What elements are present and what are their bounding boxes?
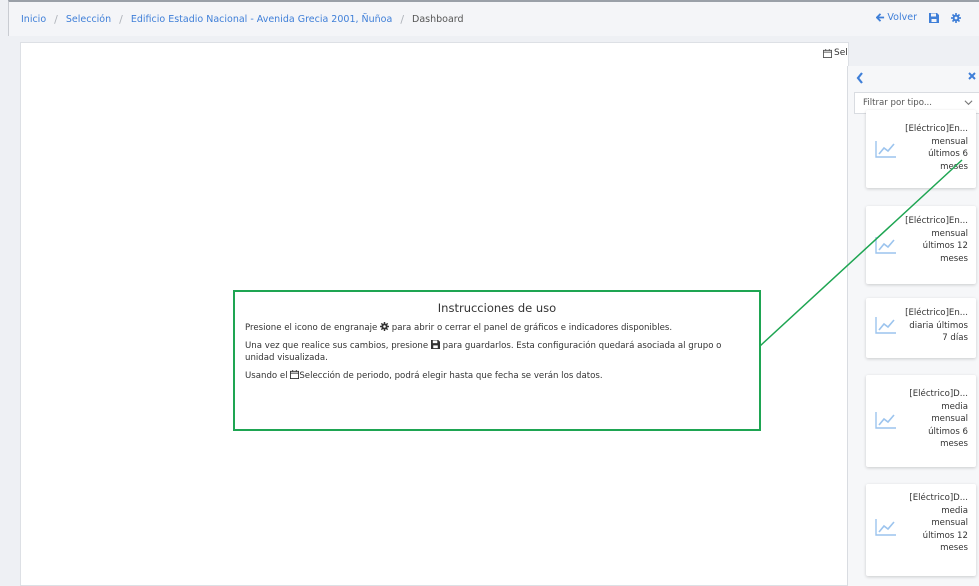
instructions-line-3: Usando el Selección de periodo, podrá el… bbox=[245, 370, 749, 382]
line-chart-icon bbox=[875, 141, 896, 158]
chevron-down-icon bbox=[964, 100, 973, 106]
widget-card-line: mensual bbox=[931, 414, 968, 424]
widget-card-line: mensual bbox=[931, 228, 968, 239]
widget-card-line: [Eléctrico]D... bbox=[909, 389, 968, 399]
widget-card-line: meses bbox=[940, 253, 968, 264]
breadcrumb-seleccion[interactable]: Selección bbox=[66, 14, 111, 25]
breadcrumb-separator: / bbox=[54, 12, 58, 26]
widget-card-title: [Eléctrico]D... media mensual últimos 6 … bbox=[898, 388, 968, 451]
widget-card-line: meses bbox=[940, 543, 968, 553]
widget-card-title: [Eléctrico]En... mensual últimos 6 meses bbox=[898, 123, 968, 173]
widget-card-line: mensual bbox=[931, 136, 968, 147]
breadcrumb-edificio[interactable]: Edificio Estadio Nacional - Avenida Grec… bbox=[131, 14, 392, 25]
widget-card-line: diaria últimos bbox=[909, 320, 968, 331]
instructions-text: Una vez que realice sus cambios, presion… bbox=[245, 341, 431, 351]
line-chart-icon bbox=[875, 519, 896, 536]
breadcrumb: Inicio / Selección / Edificio Estadio Na… bbox=[9, 13, 464, 26]
instructions-text: Presione el icono de engranaje bbox=[245, 323, 381, 333]
filter-placeholder: Filtrar por tipo... bbox=[863, 98, 933, 108]
arrow-left-icon bbox=[876, 13, 885, 22]
panel-header bbox=[848, 66, 979, 88]
gear-icon bbox=[380, 322, 390, 331]
breadcrumb-inicio[interactable]: Inicio bbox=[21, 14, 46, 25]
floppy-save-icon bbox=[929, 12, 939, 23]
widget-card[interactable]: [Eléctrico]En... mensual últimos 12 mese… bbox=[866, 206, 976, 284]
widget-card-line: meses bbox=[940, 161, 968, 172]
instructions-text: Usando el bbox=[245, 371, 291, 381]
line-chart-icon bbox=[875, 412, 896, 429]
widget-card-line: [Eléctrico]En... bbox=[905, 124, 968, 134]
instructions-line-2: Una vez que realice sus cambios, presion… bbox=[245, 340, 749, 364]
widget-card-line: últimos 12 bbox=[922, 530, 968, 541]
instructions-line-1: Presione el icono de engranaje para abri… bbox=[245, 322, 749, 334]
dashboard-canvas: Sel Instrucciones de uso Presione el ico… bbox=[20, 42, 849, 586]
settings-button[interactable] bbox=[951, 12, 961, 23]
widget-card-line: media bbox=[941, 401, 968, 412]
widget-card-title: [Eléctrico]D... media mensual últimos 12… bbox=[898, 492, 968, 555]
panel-collapse-button[interactable] bbox=[856, 69, 864, 88]
gear-icon bbox=[951, 12, 961, 23]
widget-card-line: [Eléctrico]En... bbox=[905, 216, 968, 226]
widget-card-line: [Eléctrico]D... bbox=[909, 493, 968, 503]
top-bar: Inicio / Selección / Edificio Estadio Na… bbox=[8, 0, 979, 36]
breadcrumb-dashboard: Dashboard bbox=[412, 13, 464, 25]
instructions-title: Instrucciones de uso bbox=[437, 301, 557, 315]
panel-close-button[interactable] bbox=[968, 70, 976, 83]
period-selector-button[interactable]: Sel bbox=[823, 48, 850, 58]
widget-card[interactable]: [Eléctrico]En... diaria últimos 7 días bbox=[866, 298, 976, 358]
widget-card-line: meses bbox=[940, 439, 968, 449]
widget-card-title: [Eléctrico]En... diaria últimos 7 días bbox=[898, 307, 968, 345]
save-button[interactable] bbox=[929, 12, 939, 23]
widget-card-line: mensual bbox=[931, 518, 968, 528]
widget-card-line: 7 días bbox=[942, 333, 968, 343]
widget-card-line: últimos 6 bbox=[928, 149, 968, 159]
widget-card-line: últimos 6 bbox=[928, 426, 968, 437]
line-chart-icon bbox=[875, 317, 896, 334]
line-chart-icon bbox=[875, 237, 896, 254]
widget-card-title: [Eléctrico]En... mensual últimos 12 mese… bbox=[898, 215, 968, 265]
widget-card-line: [Eléctrico]En... bbox=[905, 308, 968, 318]
breadcrumb-separator: / bbox=[119, 12, 123, 26]
close-icon bbox=[968, 72, 976, 80]
widget-card[interactable]: [Eléctrico]D... media mensual últimos 6 … bbox=[866, 375, 976, 467]
widget-card-line: últimos 12 bbox=[922, 241, 968, 251]
back-button[interactable]: Volver bbox=[876, 12, 917, 23]
floppy-save-icon bbox=[430, 340, 440, 349]
widget-card[interactable]: [Eléctrico]En... mensual últimos 6 meses bbox=[866, 110, 976, 188]
widget-card[interactable]: [Eléctrico]D... media mensual últimos 12… bbox=[866, 484, 976, 576]
widgets-panel: Filtrar por tipo... [Eléctrico]En... men… bbox=[847, 66, 979, 586]
instructions-text: para abrir o cerrar el panel de gráficos… bbox=[389, 323, 673, 333]
chevron-left-icon bbox=[856, 72, 863, 84]
widget-card-line: media bbox=[941, 505, 968, 516]
period-selector-label: Sel bbox=[834, 48, 848, 58]
instructions-text: Selección de periodo, podrá elegir hasta… bbox=[299, 371, 603, 381]
back-button-label: Volver bbox=[887, 12, 917, 23]
breadcrumb-separator: / bbox=[400, 12, 405, 26]
calendar-icon bbox=[290, 370, 300, 379]
calendar-icon bbox=[823, 48, 832, 58]
instructions-box: Instrucciones de uso Presione el icono d… bbox=[233, 290, 761, 431]
